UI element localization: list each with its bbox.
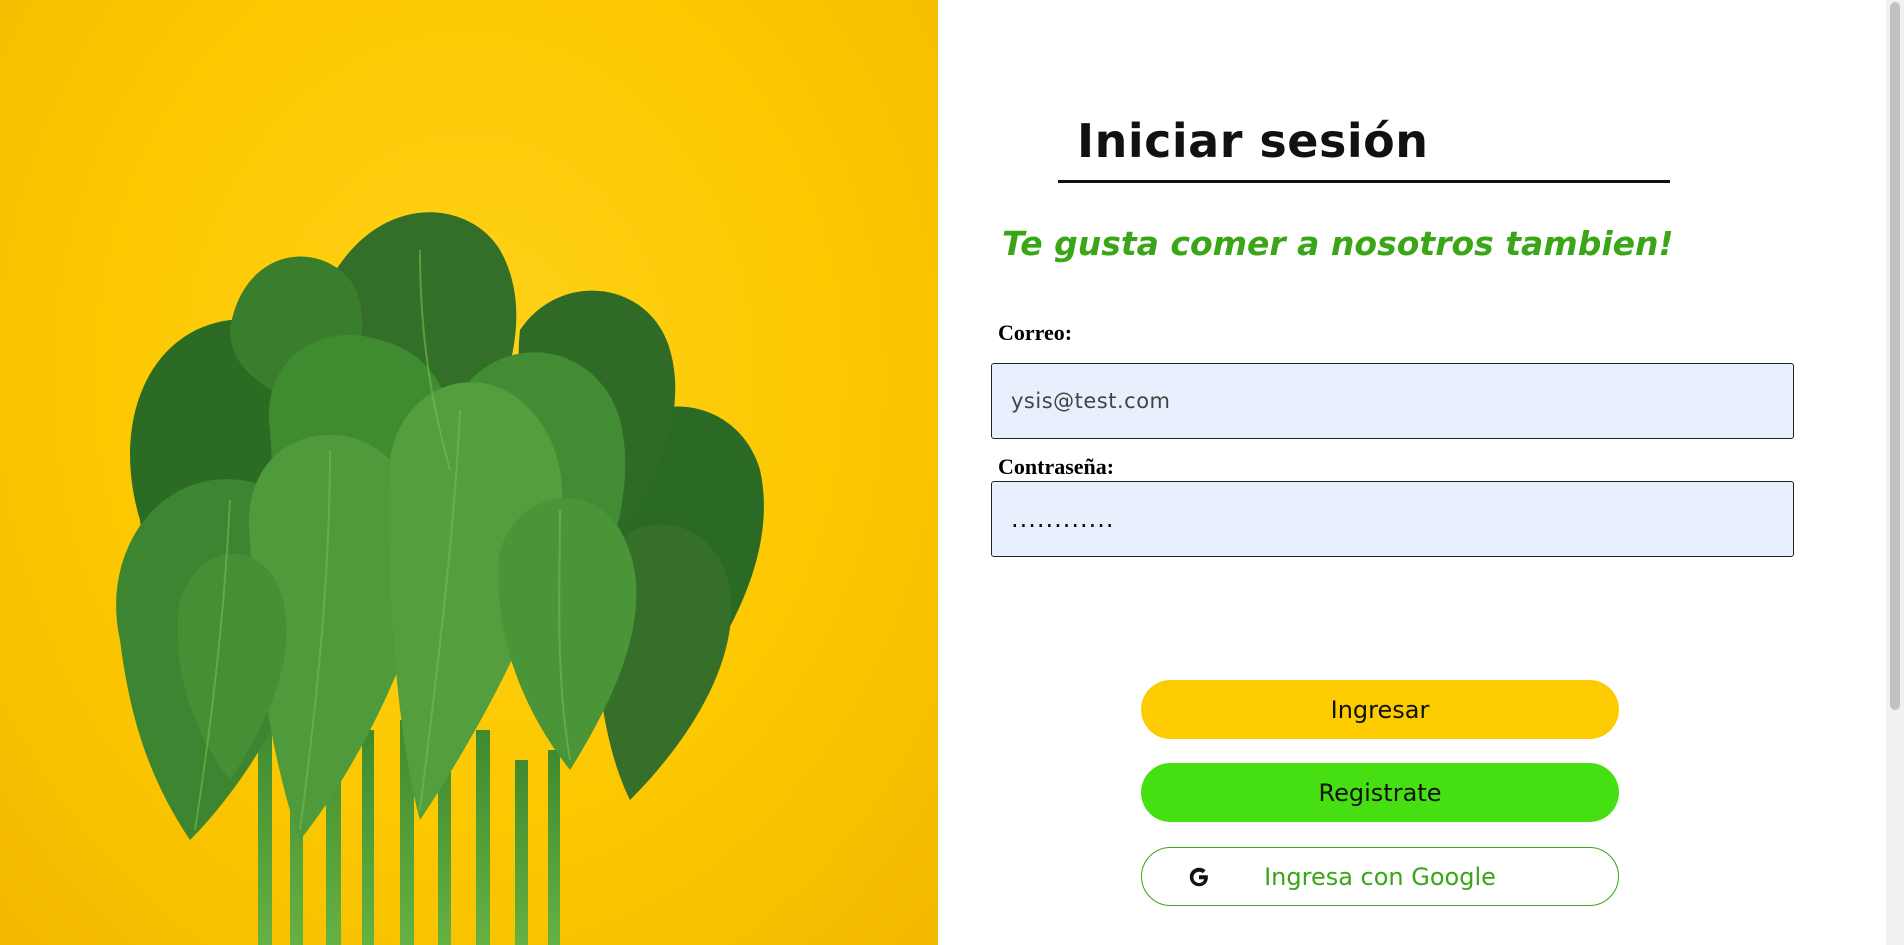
hero-image [0, 0, 938, 945]
google-login-button[interactable]: Ingresa con Google [1141, 847, 1619, 906]
register-button[interactable]: Registrate [1141, 763, 1619, 822]
spinach-illustration [116, 212, 764, 945]
page-title: Iniciar sesión [1077, 114, 1429, 168]
title-divider [1058, 180, 1670, 183]
scrollbar[interactable] [1886, 0, 1904, 945]
login-panel: Iniciar sesión Te gusta comer a nosotros… [938, 0, 1886, 945]
scrollbar-thumb[interactable] [1890, 2, 1900, 710]
google-g-icon [1189, 867, 1208, 887]
google-button-label: Ingresa con Google [1264, 862, 1496, 891]
tagline: Te gusta comer a nosotros tambien! [1002, 224, 1674, 263]
email-label: Correo: [998, 320, 1073, 345]
password-field[interactable] [991, 481, 1794, 557]
password-label: Contraseña: [998, 454, 1115, 479]
email-field[interactable] [991, 363, 1794, 439]
login-button[interactable]: Ingresar [1141, 680, 1619, 739]
